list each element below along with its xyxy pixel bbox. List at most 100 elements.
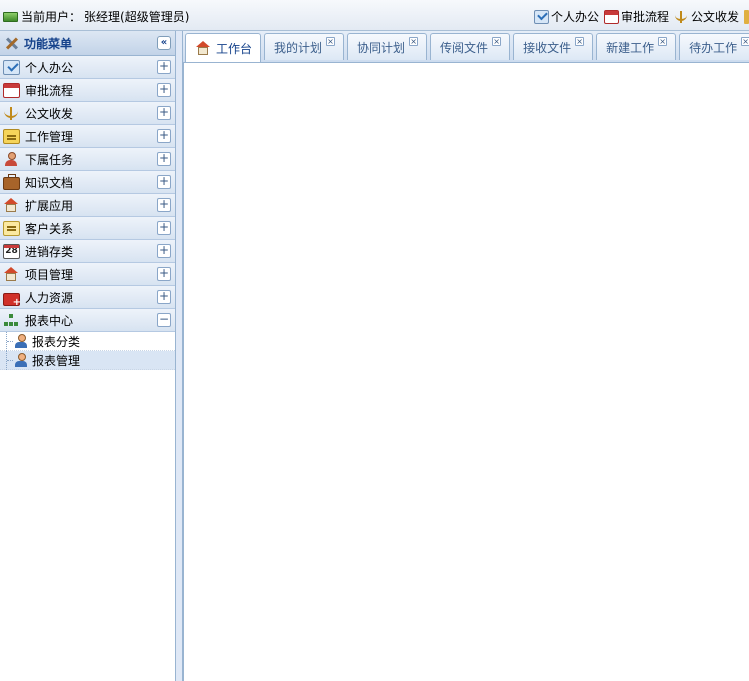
expand-toggle[interactable]: + <box>157 152 171 166</box>
card-icon <box>3 220 20 236</box>
tab-circulated-files[interactable]: 传阅文件 × <box>430 33 511 60</box>
sidebar-item-inventory[interactable]: 28 进销存类 + <box>0 240 175 263</box>
close-icon[interactable]: × <box>741 36 749 46</box>
sidebar-item-label: 知识文档 <box>25 175 74 190</box>
tab-label: 待办工作 <box>689 40 738 55</box>
sidebar-item-label: 个人办公 <box>25 60 74 75</box>
expand-toggle[interactable]: + <box>157 129 171 143</box>
expand-toggle[interactable]: + <box>157 221 171 235</box>
sidebar-item-personal-office[interactable]: 个人办公 + <box>0 56 175 79</box>
staff-icon <box>14 333 29 349</box>
current-user-name: 张经理(超级管理员) <box>84 10 190 24</box>
expand-toggle[interactable]: + <box>157 267 171 281</box>
sidebar-subitem-label: 报表管理 <box>32 353 81 368</box>
collapse-toggle[interactable]: − <box>157 313 171 327</box>
tab-my-plans[interactable]: 我的计划 × <box>264 33 345 60</box>
tab-pending-work[interactable]: 待办工作 × <box>679 33 749 60</box>
person-icon <box>3 151 20 167</box>
sidebar-subitem-report-category[interactable]: 报表分类 <box>0 332 175 351</box>
tab-label: 新建工作 <box>606 40 655 55</box>
sidebar-splitter[interactable] <box>176 31 183 681</box>
expand-toggle[interactable]: + <box>157 290 171 304</box>
tab-label: 接收文件 <box>523 40 572 55</box>
sidebar-item-project-management[interactable]: 项目管理 + <box>0 263 175 286</box>
sidebar-item-label: 客户关系 <box>25 221 74 236</box>
sidebar-item-label: 下属任务 <box>25 152 74 167</box>
sidebar-subitem-label: 报表分类 <box>32 334 81 349</box>
main-content <box>183 63 749 681</box>
close-icon[interactable]: × <box>492 36 502 46</box>
sidebar-item-report-center[interactable]: 报表中心 − <box>0 309 175 332</box>
sidebar-header: 功能菜单 « <box>0 31 175 56</box>
expand-toggle[interactable]: + <box>157 244 171 258</box>
tab-received-files[interactable]: 接收文件 × <box>513 33 594 60</box>
check-icon <box>533 9 549 24</box>
org-chart-icon <box>3 313 20 328</box>
top-bar: 当前用户： 张经理(超级管理员) 个人办公 审批流程 公文收发 <box>0 0 749 31</box>
expand-toggle[interactable]: + <box>157 83 171 97</box>
sidebar-item-customer-relations[interactable]: 客户关系 + <box>0 217 175 240</box>
sidebar-item-label: 项目管理 <box>25 267 74 282</box>
sidebar-item-knowledge-docs[interactable]: 知识文档 + <box>0 171 175 194</box>
quick-link-approval-flow[interactable]: 审批流程 <box>603 8 669 25</box>
house-icon <box>3 266 20 282</box>
briefcase-icon <box>3 173 20 190</box>
quick-link-more[interactable] <box>744 9 749 24</box>
sidebar-item-label: 审批流程 <box>25 83 74 98</box>
collapse-sidebar-button[interactable]: « <box>157 36 171 50</box>
calendar-28-icon: 28 <box>3 243 20 259</box>
expand-toggle[interactable]: + <box>157 175 171 189</box>
scale-icon <box>3 106 20 121</box>
sidebar-item-extended-apps[interactable]: 扩展应用 + <box>0 194 175 217</box>
sidebar-item-label: 人力资源 <box>25 290 74 305</box>
more-icon <box>744 9 749 24</box>
calendar-icon <box>603 9 619 24</box>
quick-link-label: 审批流程 <box>620 10 669 24</box>
sidebar: 功能菜单 « 个人办公 + 审批流程 + 公文收发 + 工作管理 + 下属任务 … <box>0 31 176 681</box>
house-icon <box>3 197 20 213</box>
sidebar-item-documents[interactable]: 公文收发 + <box>0 102 175 125</box>
expand-toggle[interactable]: + <box>157 106 171 120</box>
quick-link-label: 公文收发 <box>690 10 739 24</box>
close-icon[interactable]: × <box>326 36 336 46</box>
close-icon[interactable]: × <box>409 36 419 46</box>
close-icon[interactable]: × <box>658 36 668 46</box>
sidebar-item-label: 工作管理 <box>25 129 74 144</box>
quick-link-personal-office[interactable]: 个人办公 <box>533 8 599 25</box>
tab-collaborative-plans[interactable]: 协同计划 × <box>347 33 428 60</box>
tab-label: 工作台 <box>216 41 253 56</box>
sidebar-item-label: 报表中心 <box>25 313 74 328</box>
sidebar-item-human-resources[interactable]: 人力资源 + <box>0 286 175 309</box>
current-user: 当前用户： 张经理(超级管理员) <box>3 8 189 25</box>
sidebar-title: 功能菜单 <box>24 36 73 51</box>
expand-toggle[interactable]: + <box>157 60 171 74</box>
sidebar-subitem-report-management[interactable]: 报表管理 <box>0 351 175 370</box>
tab-label: 传阅文件 <box>440 40 489 55</box>
sidebar-item-approval-flow[interactable]: 审批流程 + <box>0 79 175 102</box>
expand-toggle[interactable]: + <box>157 198 171 212</box>
scale-icon <box>674 10 689 24</box>
sidebar-item-subordinate-tasks[interactable]: 下属任务 + <box>0 148 175 171</box>
tab-label: 协同计划 <box>357 40 406 55</box>
note-icon <box>3 128 20 144</box>
close-icon[interactable]: × <box>575 36 585 46</box>
home-icon <box>195 40 212 56</box>
sidebar-item-label: 公文收发 <box>25 106 74 121</box>
bag-icon <box>3 292 21 308</box>
tab-strip: 工作台 我的计划 × 协同计划 × 传阅文件 × 接收文件 × 新建工作 × 待… <box>183 31 749 63</box>
tools-icon <box>3 36 20 51</box>
user-icon <box>3 11 18 22</box>
staff-icon <box>14 352 29 368</box>
quick-link-documents[interactable]: 公文收发 <box>674 8 739 25</box>
tab-new-work[interactable]: 新建工作 × <box>596 33 677 60</box>
sidebar-item-label: 扩展应用 <box>25 198 74 213</box>
current-user-label: 当前用户： <box>21 10 82 24</box>
quick-links: 个人办公 审批流程 公文收发 <box>529 8 749 25</box>
quick-link-label: 个人办公 <box>550 10 599 24</box>
tab-label: 我的计划 <box>274 40 323 55</box>
sidebar-item-label: 进销存类 <box>25 244 74 259</box>
tab-workbench[interactable]: 工作台 <box>185 33 262 62</box>
sidebar-item-work-management[interactable]: 工作管理 + <box>0 125 175 148</box>
calendar-icon <box>3 82 20 98</box>
check-icon <box>3 59 20 75</box>
